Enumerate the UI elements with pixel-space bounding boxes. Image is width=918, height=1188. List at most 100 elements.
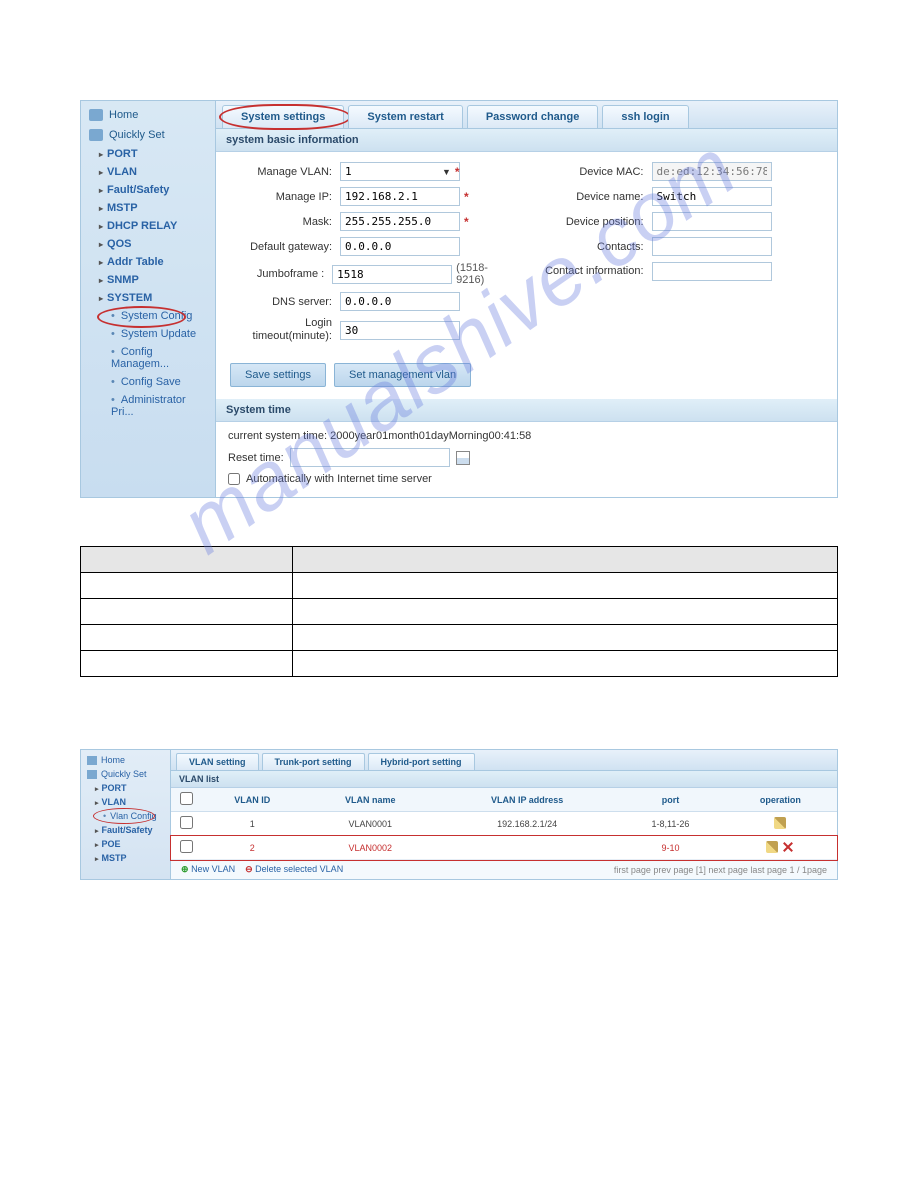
- sidebar-sub-adminpriv[interactable]: Administrator Pri...: [81, 391, 215, 421]
- contacts-label: Contacts:: [542, 241, 652, 253]
- devpos-label: Device position:: [542, 216, 652, 228]
- devname-input[interactable]: [652, 187, 772, 206]
- row-name: VLAN0002: [304, 836, 438, 860]
- jumboframe-hint: (1518-9216): [456, 262, 511, 286]
- col-vlanid: VLAN ID: [201, 788, 304, 812]
- panel-basic-info-title: system basic information: [216, 129, 837, 152]
- home-icon: [89, 109, 103, 121]
- tab-vlan-setting[interactable]: VLAN setting: [176, 753, 259, 770]
- doc-table: [80, 546, 838, 677]
- pager[interactable]: first page prev page [1] next page last …: [614, 865, 827, 875]
- system-time-body: current system time: 2000year01month01da…: [216, 422, 837, 497]
- delete-vlan-link[interactable]: ⊖ Delete selected VLAN: [245, 864, 343, 875]
- sidebar2-item-vlan[interactable]: VLAN: [81, 795, 170, 809]
- sidebar2-item-port[interactable]: PORT: [81, 781, 170, 795]
- devpos-input[interactable]: [652, 212, 772, 231]
- curtime-value: 2000year01month01dayMorning00:41:58: [330, 430, 531, 442]
- gateway-input[interactable]: [340, 237, 460, 256]
- row-checkbox[interactable]: [180, 840, 193, 853]
- home-row2[interactable]: Home: [81, 753, 170, 767]
- sidebar-item-system[interactable]: SYSTEM: [81, 289, 215, 307]
- reset-time-input[interactable]: [290, 448, 450, 467]
- tab-trunk-port[interactable]: Trunk-port setting: [262, 753, 365, 770]
- tab-password-change[interactable]: Password change: [467, 105, 599, 128]
- vlan-row: 1 VLAN0001 192.168.2.1/24 1-8,11-26: [171, 812, 837, 836]
- tab-system-settings[interactable]: System settings: [222, 105, 344, 128]
- dns-input[interactable]: [340, 292, 460, 311]
- new-vlan-link[interactable]: ⊕ New VLAN: [181, 864, 235, 875]
- quickly-icon: [87, 770, 97, 779]
- row-checkbox[interactable]: [180, 816, 193, 829]
- sidebar-item-qos[interactable]: QOS: [81, 235, 215, 253]
- sidebar-sub-systemupdate[interactable]: System Update: [81, 325, 215, 343]
- system-config-screenshot: Home Quickly Set PORT VLAN Fault/Safety …: [80, 100, 838, 498]
- sidebar-sub-configsave[interactable]: Config Save: [81, 373, 215, 391]
- sidebar-item-dhcp[interactable]: DHCP RELAY: [81, 217, 215, 235]
- doc-th-2: [292, 547, 837, 573]
- vlan-list-title: VLAN list: [171, 771, 837, 788]
- col-vlanip: VLAN IP address: [437, 788, 617, 812]
- quickly-row2[interactable]: Quickly Set: [81, 767, 170, 781]
- main2: VLAN setting Trunk-port setting Hybrid-p…: [171, 750, 837, 879]
- doc-th-1: [81, 547, 293, 573]
- manage-vlan-label: Manage VLAN:: [230, 166, 340, 178]
- quickly-label2: Quickly Set: [101, 769, 147, 779]
- manage-ip-input[interactable]: [340, 187, 460, 206]
- reset-time-label: Reset time:: [228, 452, 284, 464]
- sidebar-item-vlan[interactable]: VLAN: [81, 163, 215, 181]
- quickly-icon: [89, 129, 103, 141]
- set-mgmt-vlan-button[interactable]: Set management vlan: [334, 363, 471, 387]
- row-name: VLAN0001: [304, 812, 438, 836]
- plus-icon: ⊕: [181, 864, 189, 874]
- select-all-checkbox[interactable]: [180, 792, 193, 805]
- sidebar-item-port[interactable]: PORT: [81, 145, 215, 163]
- calendar-icon[interactable]: [456, 451, 470, 465]
- tab-strip: System settings System restart Password …: [216, 101, 837, 129]
- vlan-footer: ⊕ New VLAN ⊖ Delete selected VLAN first …: [171, 860, 837, 879]
- sidebar-item-addrtable[interactable]: Addr Table: [81, 253, 215, 271]
- quicklyset-row[interactable]: Quickly Set: [81, 125, 215, 145]
- req-marker: *: [464, 190, 469, 204]
- mask-label: Mask:: [230, 216, 340, 228]
- home-row[interactable]: Home: [81, 105, 215, 125]
- timeout-input[interactable]: [340, 321, 460, 340]
- req-marker: *: [455, 165, 460, 179]
- sidebar-item-mstp[interactable]: MSTP: [81, 199, 215, 217]
- delete-icon[interactable]: [782, 841, 794, 853]
- dropdown-arrow-icon[interactable]: ▼: [442, 167, 451, 177]
- contactinfo-input[interactable]: [652, 262, 772, 281]
- curtime-label: current system time:: [228, 430, 327, 442]
- edit-icon[interactable]: [774, 817, 786, 829]
- sidebar-sub-systemconfig[interactable]: System Config: [81, 307, 215, 325]
- sidebar2-sub-vlanconfig[interactable]: Vlan Config: [81, 809, 170, 823]
- sidebar-item-faultsafety[interactable]: Fault/Safety: [81, 181, 215, 199]
- auto-time-label: Automatically with Internet time server: [246, 473, 432, 485]
- row-ip: 192.168.2.1/24: [437, 812, 617, 836]
- mask-input[interactable]: [340, 212, 460, 231]
- row-port: 1-8,11-26: [617, 812, 723, 836]
- sidebar2-item-faultsafety[interactable]: Fault/Safety: [81, 823, 170, 837]
- tab-system-restart[interactable]: System restart: [348, 105, 462, 128]
- auto-time-checkbox[interactable]: [228, 473, 240, 485]
- contacts-input[interactable]: [652, 237, 772, 256]
- sidebar2-item-poe[interactable]: POE: [81, 837, 170, 851]
- gateway-label: Default gateway:: [230, 241, 340, 253]
- col-vlanname: VLAN name: [304, 788, 438, 812]
- save-settings-button[interactable]: Save settings: [230, 363, 326, 387]
- row-id: 1: [201, 812, 304, 836]
- dns-label: DNS server:: [230, 296, 340, 308]
- devname-label: Device name:: [542, 191, 652, 203]
- form-body: Manage VLAN:▼* Manage IP:* Mask:* Defaul…: [216, 152, 837, 359]
- jumboframe-input[interactable]: [332, 265, 452, 284]
- tab-ssh-login[interactable]: ssh login: [602, 105, 688, 128]
- sidebar-item-snmp[interactable]: SNMP: [81, 271, 215, 289]
- col-operation: operation: [724, 788, 837, 812]
- new-vlan-label: New VLAN: [191, 864, 235, 874]
- tab-strip2: VLAN setting Trunk-port setting Hybrid-p…: [171, 750, 837, 771]
- doc-cell: [81, 599, 293, 625]
- sidebar-sub-configmanage[interactable]: Config Managem...: [81, 343, 215, 373]
- doc-cell: [81, 573, 293, 599]
- edit-icon[interactable]: [766, 841, 778, 853]
- tab-hybrid-port[interactable]: Hybrid-port setting: [368, 753, 475, 770]
- sidebar2-item-mstp[interactable]: MSTP: [81, 851, 170, 865]
